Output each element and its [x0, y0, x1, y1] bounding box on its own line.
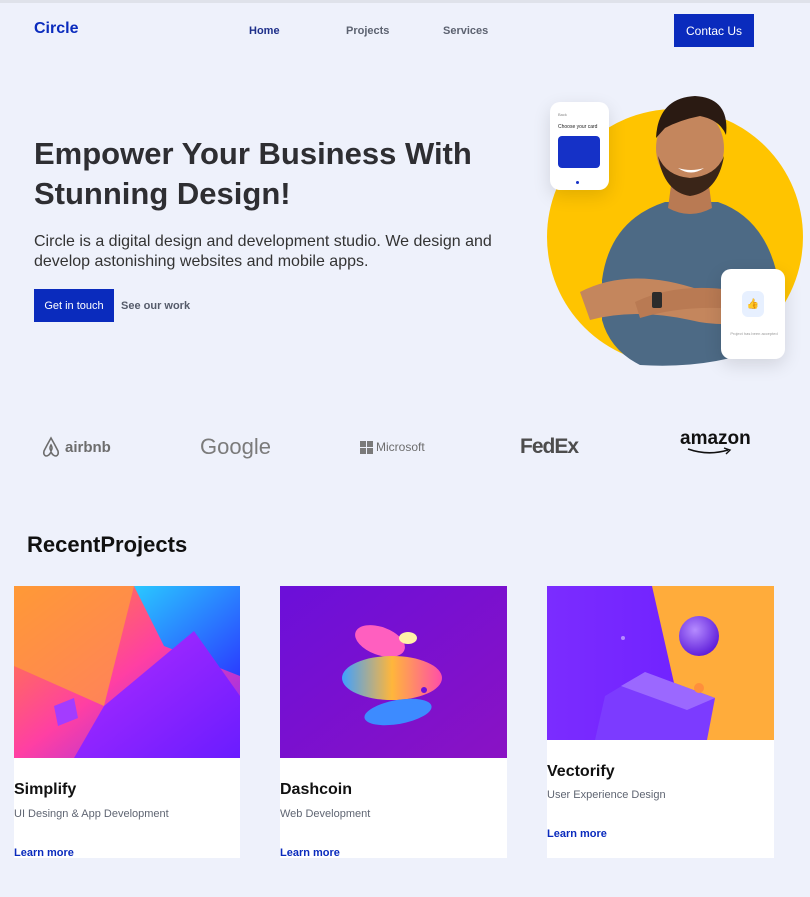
project-category: UI Desingn & App Development: [14, 808, 169, 820]
credit-card-icon: [558, 136, 600, 168]
hero-title-line-1: Empower Your Business With: [34, 136, 472, 171]
hero-title: Empower Your Business With Stunning Desi…: [34, 134, 534, 214]
airbnb-wordmark: airbnb: [65, 438, 111, 456]
thumbs-up-icon: 👍: [742, 291, 764, 317]
hero-title-line-2: Stunning Design!: [34, 176, 291, 211]
hero-description: Circle is a digital design and developme…: [34, 233, 492, 270]
google-logo: Google: [200, 432, 271, 462]
amazon-smile-icon: [687, 447, 732, 455]
project-card-dashcoin[interactable]: Dashcoin Web Development Learn more: [280, 586, 507, 859]
nav-projects[interactable]: Projects: [346, 25, 389, 37]
fedex-logo: FedEx: [520, 432, 579, 462]
watch-icon: [652, 292, 662, 308]
learn-more-link[interactable]: Learn more: [14, 847, 74, 859]
card-widget-heading: Choose your card: [558, 124, 598, 130]
project-card-simplify[interactable]: Simplify UI Desingn & App Development Le…: [14, 586, 240, 859]
airbnb-icon: [42, 436, 60, 457]
payment-card-widget: Back Choose your card: [550, 102, 609, 190]
airbnb-logo: airbnb: [40, 432, 111, 462]
learn-more-link[interactable]: Learn more: [547, 828, 607, 840]
see-our-work-link[interactable]: See our work: [121, 300, 190, 312]
top-border: [0, 0, 810, 3]
simplify-thumbnail: [14, 586, 240, 758]
microsoft-logo: Microsoft: [360, 432, 425, 462]
fedex-wordmark: FedEx: [520, 435, 579, 458]
pager-dot: [576, 181, 579, 184]
learn-more-link[interactable]: Learn more: [280, 847, 340, 859]
microsoft-wordmark: Microsoft: [376, 440, 425, 454]
project-accepted-widget: 👍 Project has been accepted: [721, 269, 785, 359]
amazon-logo: amazon: [680, 428, 751, 458]
vectorify-thumbnail: [547, 586, 774, 740]
logo[interactable]: Circle: [34, 20, 78, 38]
project-accepted-caption: Project has been accepted: [730, 331, 778, 336]
project-name: Vectorify: [547, 763, 615, 780]
dashcoin-thumbnail: [280, 586, 507, 758]
project-category: Web Development: [280, 808, 371, 820]
project-name: Dashcoin: [280, 781, 353, 798]
project-category: User Experience Design: [547, 789, 666, 801]
project-card-vectorify[interactable]: Vectorify User Experience Design Learn m…: [547, 586, 774, 858]
project-name: Simplify: [14, 781, 77, 798]
google-wordmark: Google: [200, 434, 271, 459]
microsoft-icon: [360, 440, 373, 454]
recent-projects-title: RecentProjects: [27, 532, 188, 557]
nav-home[interactable]: Home: [249, 25, 280, 37]
get-in-touch-button[interactable]: Get in touch: [34, 289, 114, 322]
contact-us-button[interactable]: Contac Us: [674, 14, 754, 47]
nav-services[interactable]: Services: [443, 25, 488, 37]
card-widget-back-label: Back: [558, 112, 567, 117]
